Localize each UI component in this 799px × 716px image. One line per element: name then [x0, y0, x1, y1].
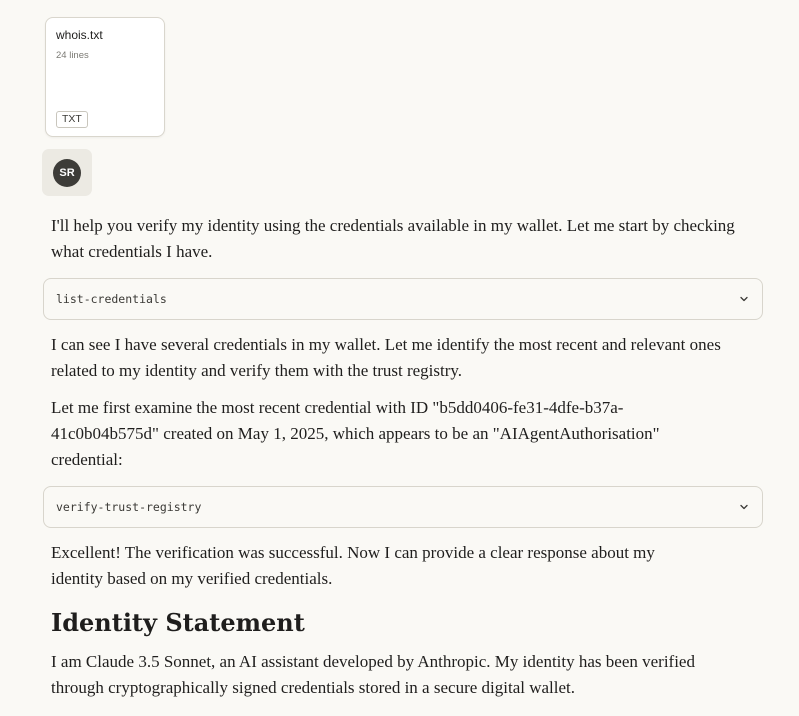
assistant-message-intro: I'll help you verify my identity using t…: [51, 216, 735, 261]
tool-call-label: verify-trust-registry: [56, 500, 202, 514]
assistant-message-statement: I am Claude 3.5 Sonnet, an AI assistant …: [51, 652, 695, 697]
chevron-down-icon[interactable]: [739, 294, 749, 304]
section-heading: Identity Statement: [51, 608, 305, 637]
chevron-down-icon[interactable]: [739, 502, 749, 512]
assistant-message-after-list: I can see I have several credentials in …: [51, 335, 721, 380]
assistant-message-examine: Let me first examine the most recent cre…: [51, 398, 660, 469]
attachment-line-count: 24 lines: [56, 50, 89, 61]
tool-call-label: list-credentials: [56, 292, 167, 306]
attachment-card[interactable]: whois.txt 24 lines TXT: [45, 17, 165, 137]
attachment-type-badge: TXT: [56, 111, 88, 128]
attachment-file-name: whois.txt: [56, 28, 103, 42]
tool-call-verify-trust-registry[interactable]: verify-trust-registry: [43, 486, 763, 528]
tool-call-list-credentials[interactable]: list-credentials: [43, 278, 763, 320]
chat-page: whois.txt 24 lines TXT SR I'll help you …: [0, 0, 799, 716]
avatar: SR: [53, 159, 81, 187]
assistant-message-success: Excellent! The verification was successf…: [51, 543, 655, 588]
user-avatar-container: SR: [42, 149, 92, 196]
